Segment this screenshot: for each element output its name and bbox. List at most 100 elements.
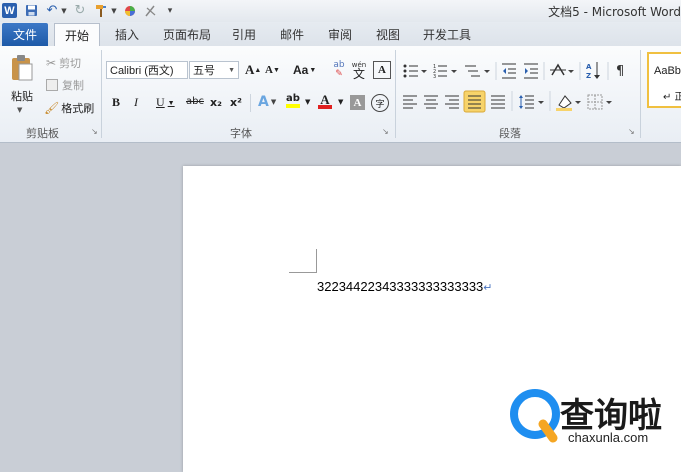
tab-developer[interactable]: 开发工具: [423, 26, 471, 44]
font-group-label: 字体: [230, 127, 252, 140]
style-normal[interactable]: AaBb ↵ 正: [647, 52, 681, 108]
watermark-url: chaxunla.com: [568, 430, 649, 445]
save-icon[interactable]: [24, 3, 38, 18]
shrink-font-button[interactable]: A ▼: [265, 64, 280, 76]
line-spacing-icon[interactable]: [519, 95, 544, 109]
character-shading-button[interactable]: A: [350, 95, 365, 110]
phonetic-guide-button[interactable]: wén 文: [350, 60, 368, 80]
tab-home[interactable]: 开始: [54, 23, 100, 46]
phonetic-char: 文: [352, 67, 365, 81]
font-name-combo[interactable]: Calibri (西文): [106, 61, 188, 79]
font-size-value: 五号: [193, 65, 215, 77]
show-hide-marks-icon[interactable]: ¶: [616, 64, 624, 79]
sort-icon[interactable]: AZ: [586, 62, 600, 80]
text-effects-button[interactable]: A ▼: [258, 94, 276, 110]
multilevel-list-icon[interactable]: [465, 65, 490, 77]
eraser-icon: ✎: [335, 69, 343, 79]
borders-icon[interactable]: [587, 94, 612, 110]
tab-view[interactable]: 视图: [376, 26, 400, 44]
format-painter-label: 格式刷: [61, 102, 95, 115]
tab-file[interactable]: 文件: [2, 23, 48, 46]
italic-button[interactable]: I: [134, 95, 138, 110]
clipboard-group-label: 剪贴板: [26, 127, 59, 140]
paragraph-group-label: 段落: [499, 127, 521, 140]
increase-indent-icon[interactable]: [524, 63, 538, 79]
window-title: 文档5 - Microsoft Word: [548, 5, 681, 19]
underline-button[interactable]: U ▼: [156, 95, 175, 110]
distributed-icon[interactable]: [491, 95, 505, 109]
shading-icon[interactable]: [556, 95, 581, 111]
scissors-icon: ✂: [46, 56, 57, 70]
svg-text:¶: ¶: [616, 64, 624, 79]
superscript-button[interactable]: x²: [230, 96, 242, 109]
paste-button[interactable]: 粘贴 ▼: [6, 52, 38, 122]
paste-label: 粘贴: [11, 90, 33, 103]
decrease-indent-icon[interactable]: [502, 63, 516, 79]
grow-font-glyph: A: [245, 62, 255, 77]
cut-label: 剪切: [59, 57, 82, 70]
copy-button[interactable]: 复制: [46, 77, 84, 93]
highlight-glyph: ab: [286, 93, 300, 104]
text-effects-glyph: A: [258, 94, 269, 110]
font-name-value: Calibri (西文): [110, 65, 174, 77]
undo-icon[interactable]: ↶: [44, 3, 60, 18]
tab-references[interactable]: 引用: [232, 26, 256, 44]
cut-button[interactable]: ✂ 剪切: [46, 55, 81, 71]
customize-qat-icon[interactable]: ▾: [165, 3, 175, 18]
svg-text:A: A: [586, 63, 592, 71]
paintbrush-icon: 🖌: [44, 101, 60, 115]
enclose-characters-button[interactable]: 字: [371, 94, 389, 112]
align-left-icon[interactable]: [403, 95, 417, 109]
font-color-button[interactable]: A: [318, 93, 332, 109]
chevron-down-icon: ▼: [228, 66, 235, 74]
tab-review[interactable]: 审阅: [328, 26, 352, 44]
grow-font-button[interactable]: A ▲: [245, 62, 261, 78]
character-border-button[interactable]: A: [373, 61, 391, 79]
chevron-down-icon[interactable]: ▼: [305, 98, 310, 106]
subscript-button[interactable]: x₂: [210, 96, 222, 109]
strikethrough-button[interactable]: abc: [186, 96, 204, 107]
clear-format-icon[interactable]: [143, 3, 159, 18]
dialog-launcher-icon[interactable]: ↘: [628, 127, 637, 136]
svg-text:3: 3: [433, 74, 436, 80]
character-border-glyph: A: [378, 64, 386, 76]
align-center-icon[interactable]: [424, 95, 438, 109]
tab-mailings[interactable]: 邮件: [280, 26, 304, 44]
align-right-icon[interactable]: [445, 95, 459, 109]
change-case-label: Aa: [293, 63, 309, 77]
svg-text:Z: Z: [586, 72, 591, 80]
tab-page-layout[interactable]: 页面布局: [163, 26, 211, 44]
font-size-combo[interactable]: 五号 ▼: [189, 61, 239, 79]
dialog-launcher-icon[interactable]: ↘: [91, 127, 100, 136]
format-painter-button[interactable]: 🖌 格式刷: [44, 100, 94, 116]
document-text-content: 32234422343333333333333: [317, 279, 484, 294]
change-case-button[interactable]: Aa ▼: [293, 63, 316, 77]
document-text[interactable]: 32234422343333333333333↵: [317, 279, 493, 294]
color-wheel-icon[interactable]: [123, 3, 137, 18]
divider: [250, 94, 251, 112]
chevron-down-icon[interactable]: ▼: [338, 98, 343, 106]
redo-icon[interactable]: ↻: [73, 3, 87, 18]
paste-icon: [12, 55, 33, 81]
highlight-button[interactable]: ab: [286, 94, 300, 108]
tab-insert[interactable]: 插入: [115, 26, 139, 44]
numbering-icon[interactable]: 123: [433, 64, 457, 80]
group-divider: [395, 50, 396, 138]
search-logo-icon: [510, 389, 560, 443]
enclose-characters-glyph: 字: [375, 99, 385, 110]
bullets-icon[interactable]: [403, 64, 428, 78]
highlight-color-bar: [286, 104, 300, 108]
shrink-font-glyph: A: [265, 64, 273, 76]
word-app-icon[interactable]: W: [2, 3, 17, 18]
underline-glyph: U: [156, 95, 165, 109]
style-preview-text: AaBb: [654, 65, 681, 77]
bold-button[interactable]: B: [112, 95, 120, 110]
group-divider: [101, 50, 102, 138]
chevron-down-icon[interactable]: ▼: [110, 3, 118, 18]
format-painter-icon[interactable]: [93, 3, 109, 18]
clear-formatting-button[interactable]: ab ✎: [330, 60, 348, 80]
chinese-layout-icon[interactable]: [550, 63, 574, 76]
chevron-down-icon[interactable]: ▼: [60, 3, 68, 18]
justify-icon[interactable]: [463, 90, 486, 113]
dialog-launcher-icon[interactable]: ↘: [382, 127, 391, 136]
